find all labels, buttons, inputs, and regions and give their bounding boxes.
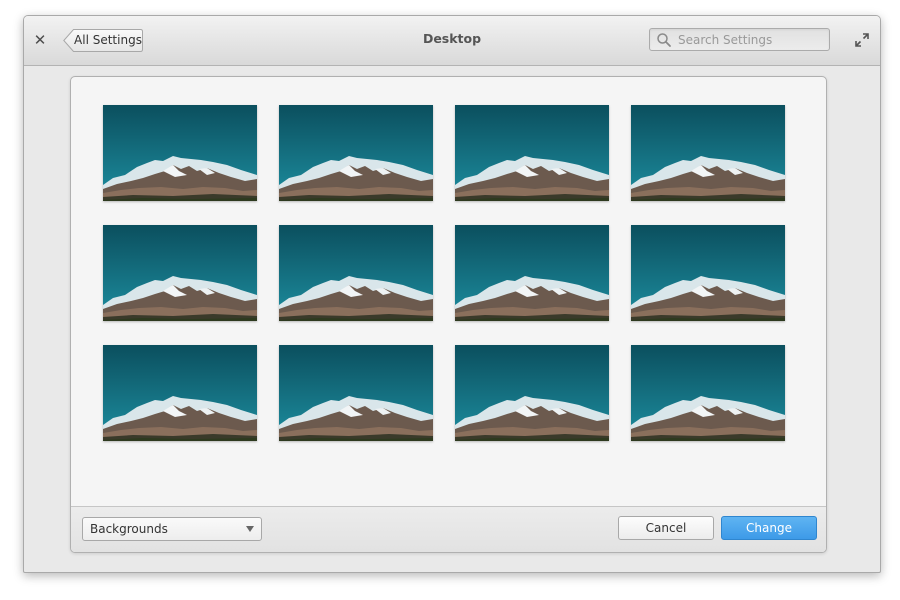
mountain-wallpaper (103, 345, 257, 441)
mountain-wallpaper (631, 225, 785, 321)
wallpaper-source-value: Backgrounds (90, 522, 168, 536)
close-icon[interactable]: ✕ (32, 31, 48, 49)
mountain-wallpaper (103, 225, 257, 321)
wallpaper-thumbnail[interactable] (103, 105, 257, 201)
change-button[interactable]: Change (721, 516, 817, 540)
settings-window: ✕ All Settings Desktop Search Settings B… (23, 15, 881, 573)
search-input[interactable] (678, 31, 826, 49)
wallpaper-thumbnail[interactable] (631, 225, 785, 321)
mountain-wallpaper (279, 345, 433, 441)
wallpaper-thumbnail[interactable] (455, 345, 609, 441)
wallpaper-thumbnail[interactable] (103, 345, 257, 441)
wallpaper-panel: Backgrounds Cancel Change (70, 76, 827, 553)
maximize-icon[interactable] (854, 32, 870, 48)
mountain-wallpaper (631, 345, 785, 441)
wallpaper-grid (71, 77, 826, 508)
cancel-button[interactable]: Cancel (618, 516, 714, 540)
search-icon (657, 33, 671, 47)
wallpaper-thumbnail[interactable] (279, 345, 433, 441)
headerbar: ✕ All Settings Desktop (24, 16, 880, 66)
mountain-wallpaper (455, 105, 609, 201)
mountain-wallpaper (279, 105, 433, 201)
mountain-wallpaper (455, 225, 609, 321)
wallpaper-thumbnail[interactable] (103, 225, 257, 321)
wallpaper-thumbnail[interactable] (631, 345, 785, 441)
wallpaper-thumbnail[interactable] (279, 105, 433, 201)
mountain-wallpaper (455, 345, 609, 441)
wallpaper-thumbnail[interactable] (631, 105, 785, 201)
back-button-label: All Settings (74, 33, 142, 47)
mountain-wallpaper (631, 105, 785, 201)
mountain-wallpaper (103, 105, 257, 201)
mountain-wallpaper (279, 225, 433, 321)
search-field[interactable] (649, 28, 830, 51)
wallpaper-source-select[interactable]: Backgrounds (82, 517, 262, 541)
wallpaper-thumbnail[interactable] (455, 225, 609, 321)
wallpaper-thumbnail[interactable] (455, 105, 609, 201)
wallpaper-thumbnail[interactable] (279, 225, 433, 321)
back-button[interactable]: All Settings (63, 29, 143, 52)
dropdown-arrow-icon (246, 526, 254, 532)
action-bar: Backgrounds Cancel Change (71, 506, 826, 552)
